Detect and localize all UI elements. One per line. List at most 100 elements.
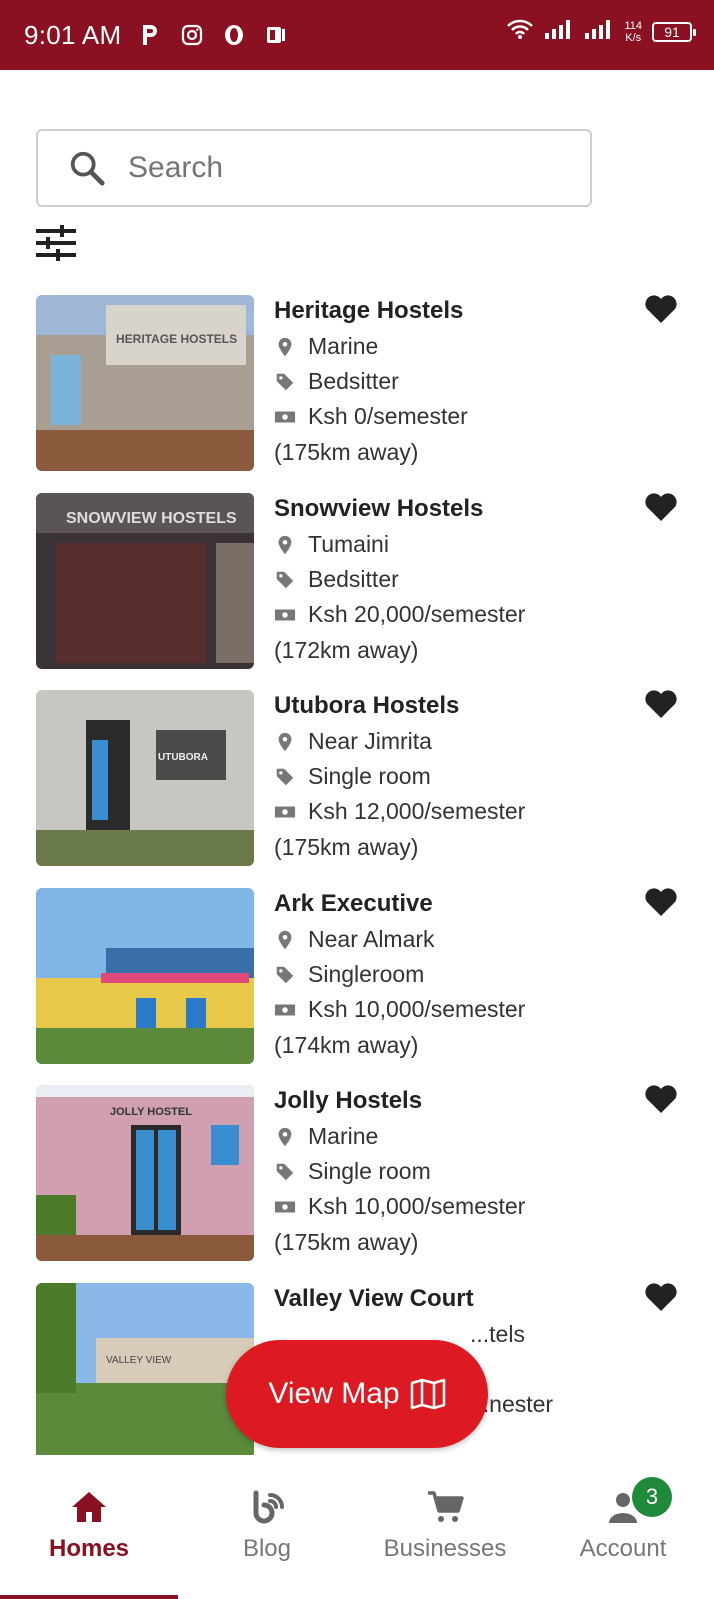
distance-text: (175km away) xyxy=(274,1229,419,1255)
hostel-card[interactable]: HERITAGE HOSTELS Heritage Hostels Marine… xyxy=(0,293,714,471)
home-icon xyxy=(72,1492,106,1522)
search-box[interactable] xyxy=(36,129,592,207)
favorite-heart-icon[interactable] xyxy=(644,688,678,720)
status-right: 114 K/s 91 xyxy=(506,18,696,45)
opera-icon xyxy=(222,23,246,47)
p-app-icon xyxy=(138,23,162,47)
price-row: Ksh 10,000/semester xyxy=(274,996,525,1023)
nav-account[interactable]: Account 3 xyxy=(534,1455,712,1599)
svg-text:SNOWVIEW HOSTELS: SNOWVIEW HOSTELS xyxy=(66,510,237,527)
hostel-card[interactable]: UTUBORA Utubora Hostels Near Jimrita Sin… xyxy=(0,688,714,866)
location-row: Near Jimrita xyxy=(274,728,432,755)
favorite-heart-icon[interactable] xyxy=(644,1083,678,1115)
status-bar: 9:01 AM 114 K/s 91 xyxy=(0,0,714,70)
price-row: Ksh 0/semester xyxy=(274,403,468,430)
tag-icon xyxy=(276,373,294,390)
search-input[interactable] xyxy=(126,150,550,186)
location-text: ...tels xyxy=(470,1321,525,1347)
location-text: Tumaini xyxy=(308,531,389,557)
hostel-photo: SNOWVIEW HOSTELS xyxy=(36,493,254,669)
hostel-name[interactable]: Utubora Hostels xyxy=(274,692,459,720)
location-text: Marine xyxy=(308,333,379,359)
hostel-photo: JOLLY HOSTEL xyxy=(36,1085,254,1261)
signal-icon xyxy=(544,18,574,45)
nav-homes[interactable]: Homes xyxy=(0,1455,178,1599)
svg-text:HERITAGE HOSTELS: HERITAGE HOSTELS xyxy=(116,332,237,346)
price-text: Ksh 12,000/semester xyxy=(308,798,526,824)
price-text: Ksh 10,000/semester xyxy=(308,1193,526,1219)
battery-icon: 91 xyxy=(652,21,696,42)
nav-businesses-label: Businesses xyxy=(383,1535,507,1562)
favorite-heart-icon[interactable] xyxy=(644,886,678,918)
price-row: Ksh 12,000/semester xyxy=(274,798,525,825)
price-row: Ksh 20,000/semester xyxy=(274,601,525,628)
view-map-button[interactable]: View Map xyxy=(226,1340,488,1448)
location-row: Near Almark xyxy=(274,926,435,953)
type-row: Single room xyxy=(274,1158,431,1185)
blog-icon xyxy=(253,1490,284,1524)
cart-icon xyxy=(428,1491,464,1522)
hostel-name[interactable]: Jolly Hostels xyxy=(274,1087,422,1115)
type-text: Bedsitter xyxy=(308,368,399,394)
type-text: Single room xyxy=(308,1158,431,1184)
distance-text: (172km away) xyxy=(274,637,419,663)
price-text: Ksh 0/semester xyxy=(308,403,468,429)
location-pin-icon xyxy=(278,1127,292,1146)
favorite-heart-icon[interactable] xyxy=(644,293,678,325)
tag-icon xyxy=(276,1163,294,1180)
money-icon xyxy=(274,1201,296,1212)
bottom-navigation: Homes Blog Businesses Account 3 xyxy=(0,1455,714,1599)
location-row: Tumaini xyxy=(274,531,389,558)
svg-text:JOLLY HOSTEL: JOLLY HOSTEL xyxy=(110,1106,192,1118)
favorite-heart-icon[interactable] xyxy=(644,491,678,523)
money-icon xyxy=(274,609,296,620)
filter-icon[interactable] xyxy=(36,225,76,261)
type-text: Singleroom xyxy=(308,961,425,987)
notification-badge: 3 xyxy=(632,1477,672,1517)
hostel-card[interactable]: Ark Executive Near Almark Singleroom Ksh… xyxy=(0,886,714,1064)
hostel-photo: UTUBORA xyxy=(36,690,254,866)
distance-text: (174km away) xyxy=(274,1032,419,1058)
office-app-icon xyxy=(264,23,288,47)
price-row: Ksh 10,000/semester xyxy=(274,1193,525,1220)
tag-icon xyxy=(276,571,294,588)
hostel-card[interactable]: JOLLY HOSTEL Jolly Hostels Marine Single… xyxy=(0,1083,714,1261)
type-row: Bedsitter xyxy=(274,566,399,593)
price-text: Ksh 10,000/semester xyxy=(308,996,526,1022)
location-text: Near Almark xyxy=(308,926,435,952)
location-row: ...tels xyxy=(470,1321,525,1348)
type-text: Single room xyxy=(308,763,431,789)
location-row: Marine xyxy=(274,333,378,360)
hostel-name[interactable]: Valley View Court xyxy=(274,1285,474,1313)
search-icon xyxy=(70,151,105,186)
location-text: Near Jimrita xyxy=(308,728,432,754)
location-pin-icon xyxy=(278,930,292,949)
view-map-label: View Map xyxy=(268,1377,400,1410)
type-row: Single room xyxy=(274,763,431,790)
hostel-photo: VALLEY VIEW xyxy=(36,1283,254,1455)
price-text: Ksh 20,000/semester xyxy=(308,601,526,627)
nav-homes-label: Homes xyxy=(48,1535,130,1562)
hostel-name[interactable]: Snowview Hostels xyxy=(274,495,483,523)
nav-blog[interactable]: Blog xyxy=(178,1455,356,1599)
tag-icon xyxy=(276,966,294,983)
money-icon xyxy=(274,411,296,422)
hostel-list[interactable]: HERITAGE HOSTELS Heritage Hostels Marine… xyxy=(0,293,714,1455)
hostel-name[interactable]: Ark Executive xyxy=(274,890,433,918)
hostel-name[interactable]: Heritage Hostels xyxy=(274,297,463,325)
signal-icon-2 xyxy=(584,18,614,45)
hostel-photo: HERITAGE HOSTELS xyxy=(36,295,254,471)
location-pin-icon xyxy=(278,535,292,554)
money-icon xyxy=(274,806,296,817)
active-tab-indicator xyxy=(0,1595,178,1599)
location-row: Marine xyxy=(274,1123,378,1150)
nav-businesses[interactable]: Businesses xyxy=(356,1455,534,1599)
distance-text: (175km away) xyxy=(274,439,419,465)
location-pin-icon xyxy=(278,732,292,751)
hostel-card[interactable]: SNOWVIEW HOSTELS Snowview Hostels Tumain… xyxy=(0,491,714,669)
wifi-icon xyxy=(506,18,534,45)
nav-account-label: Account xyxy=(579,1535,667,1562)
favorite-heart-icon[interactable] xyxy=(644,1281,678,1313)
distance-text: (175km away) xyxy=(274,834,419,860)
map-icon xyxy=(410,1378,445,1410)
